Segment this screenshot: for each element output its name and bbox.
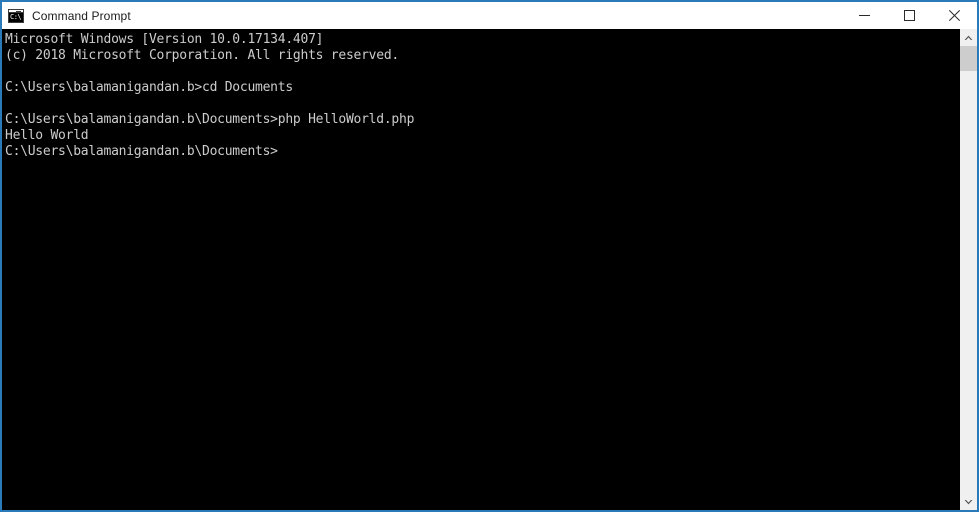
chevron-down-icon: [964, 499, 973, 504]
console-line: Microsoft Windows [Version 10.0.17134.40…: [5, 32, 324, 47]
console-line-prompt: C:\Users\balamanigandan.b\Documents>: [5, 144, 278, 159]
close-icon: [949, 10, 960, 21]
window-controls: [842, 2, 977, 29]
minimize-icon: [859, 15, 870, 16]
client-area: Microsoft Windows [Version 10.0.17134.40…: [2, 29, 977, 510]
console-output[interactable]: Microsoft Windows [Version 10.0.17134.40…: [2, 29, 960, 510]
scroll-down-button[interactable]: [960, 493, 977, 510]
scroll-up-button[interactable]: [960, 29, 977, 46]
window-title: Command Prompt: [32, 8, 131, 23]
title-bar[interactable]: C:\ Command Prompt: [2, 2, 977, 29]
command-prompt-window: C:\ Command Prompt Microsoft Windows [Ve…: [0, 0, 979, 512]
command-prompt-icon: C:\: [8, 8, 24, 23]
maximize-button[interactable]: [887, 2, 932, 29]
console-line: C:\Users\balamanigandan.b\Documents>php …: [5, 112, 415, 127]
icon-prompt-glyph: C:\: [10, 12, 22, 21]
scroll-track[interactable]: [960, 46, 977, 493]
vertical-scrollbar[interactable]: [960, 29, 977, 510]
console-line: C:\Users\balamanigandan.b>cd Documents: [5, 80, 293, 95]
console-line: (c) 2018 Microsoft Corporation. All righ…: [5, 48, 399, 63]
close-button[interactable]: [932, 2, 977, 29]
maximize-icon: [904, 10, 915, 21]
scroll-thumb[interactable]: [960, 46, 977, 71]
icon-title-dots: [16, 10, 21, 12]
chevron-up-icon: [964, 35, 973, 40]
console-line: Hello World: [5, 128, 89, 143]
minimize-button[interactable]: [842, 2, 887, 29]
